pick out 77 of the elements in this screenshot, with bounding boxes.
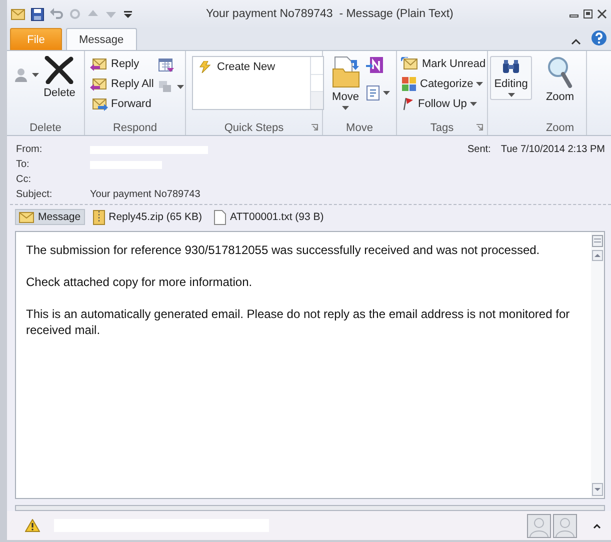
- attachment-tab[interactable]: Message: [15, 209, 85, 225]
- flag-icon: [401, 97, 415, 111]
- avatar-icon: [553, 514, 577, 538]
- text-file-icon: [214, 210, 226, 224]
- ribbon-button[interactable]: Forward: [88, 94, 156, 114]
- ribbon-button[interactable]: Move: [328, 54, 364, 116]
- close-icon[interactable]: [597, 9, 607, 19]
- envelope-icon: [19, 212, 34, 222]
- note-icon: [366, 56, 384, 74]
- more-actions-icon: [158, 80, 174, 94]
- ribbon-tab[interactable]: Message: [66, 28, 137, 50]
- gallery-item[interactable]: Create New: [217, 61, 276, 73]
- dropdown-caret-icon: [176, 85, 184, 89]
- ribbon-button[interactable]: Reply All: [88, 74, 156, 94]
- dropdown-caret-icon: [470, 102, 477, 106]
- zip-file-icon: [92, 210, 105, 224]
- rules-icon: [366, 85, 380, 101]
- group-label: Tags: [430, 122, 454, 134]
- save-icon[interactable]: [31, 8, 44, 20]
- message-paragraph: This is an automatically generated email. Please do not reply as the email address is not monitored for received mail.: [26, 306, 571, 338]
- field-label: Subject:: [16, 189, 54, 200]
- dropdown-caret-icon: [32, 73, 39, 77]
- reply-icon: [90, 57, 108, 71]
- dropdown-caret-icon: [342, 106, 349, 110]
- envelope-icon: [11, 8, 25, 20]
- group-label: Zoom: [546, 122, 574, 134]
- calendar-icon: [158, 57, 174, 73]
- quick-steps-gallery[interactable]: Create New: [192, 56, 324, 110]
- ribbon-button[interactable]: Mark Unread: [399, 54, 488, 74]
- attachment-tab[interactable]: ATT00001.txt (93 B): [210, 208, 328, 226]
- ribbon-button[interactable]: Follow Up: [399, 94, 488, 114]
- group-label: Respond: [112, 122, 158, 134]
- customize-icon[interactable]: [123, 9, 133, 19]
- dropdown-caret-icon: [508, 93, 514, 97]
- field-label: From:: [16, 144, 44, 155]
- sent-label: Sent:: [467, 144, 491, 157]
- binoculars-icon: [501, 59, 521, 75]
- group-label: Delete: [30, 122, 62, 134]
- field-value: Your payment No789743: [90, 189, 200, 200]
- undo-icon[interactable]: [50, 8, 63, 20]
- dialog-launcher-icon[interactable]: [311, 124, 318, 131]
- expand-caret-icon[interactable]: [593, 522, 601, 528]
- maximize-icon[interactable]: [583, 9, 593, 19]
- scroll-down-icon[interactable]: [592, 483, 603, 496]
- ribbon-button[interactable]: Categorize: [399, 74, 488, 94]
- attachment-tab[interactable]: Reply45.zip (65 KB): [88, 208, 206, 226]
- ribbon-button[interactable]: Zoom: [542, 54, 578, 105]
- delete-x-icon: [44, 56, 74, 84]
- group-label: Quick Steps: [224, 122, 284, 134]
- message-paragraph: Check attached copy for more information.: [26, 274, 254, 290]
- field-label: Cc:: [16, 174, 32, 185]
- dropdown-caret-icon: [382, 91, 390, 95]
- window-title: Your payment No789743 - Message (Plain Text): [205, 8, 454, 20]
- warning-icon: [25, 519, 40, 532]
- ribbon-button[interactable]: Delete: [40, 54, 78, 101]
- ribbon-button[interactable]: Reply: [88, 54, 156, 74]
- people-pane-icon[interactable]: [592, 235, 603, 247]
- message-paragraph: The submission for reference 930/517812055 was successfully received and was not processed.: [26, 242, 541, 258]
- group-label: Move: [346, 122, 373, 134]
- magnifier-icon: [547, 56, 573, 88]
- help-icon[interactable]: [591, 30, 607, 46]
- people-icon: [14, 67, 29, 83]
- dialog-launcher-icon[interactable]: [476, 124, 483, 131]
- scroll-up-icon[interactable]: [592, 250, 603, 261]
- reply-all-icon: [90, 77, 108, 91]
- collapse-ribbon-icon[interactable]: [571, 38, 581, 46]
- avatar-icon: [527, 514, 551, 538]
- folder-move-icon: [330, 56, 360, 88]
- vertical-scrollbar[interactable]: [591, 232, 604, 498]
- ribbon-button[interactable]: Editing: [490, 56, 532, 100]
- envelope-icon: [401, 57, 419, 71]
- field-label: To:: [16, 159, 30, 170]
- lightning-icon: [198, 61, 212, 73]
- dropdown-caret-icon: [476, 82, 484, 86]
- forward-icon: [90, 97, 108, 111]
- color-squares-icon: [401, 76, 417, 92]
- sent-value: Tue 7/10/2014 2:13 PM: [500, 144, 605, 157]
